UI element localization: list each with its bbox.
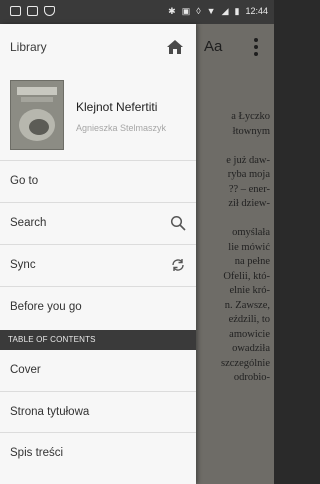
nfc-icon: ▣ — [181, 6, 191, 16]
page-text-line: ?? – ener- — [228, 183, 270, 195]
book-title: Klejnot Nefertiti — [76, 100, 158, 114]
wifi-icon: ▼ — [206, 6, 216, 16]
image-icon — [27, 6, 38, 16]
reader-text: a Łyczko łtownym e już daw-ryba moja ?? – e… — [196, 110, 274, 386]
reader-toolbar: Aa — [196, 24, 274, 72]
page-text-line: odrobio- — [233, 372, 270, 383]
toc-item-spis-tresci[interactable]: Spis treści — [0, 432, 196, 473]
menu-item-label: Go to — [10, 175, 39, 187]
home-icon[interactable] — [166, 38, 184, 56]
navigation-drawer: Library Klejnot Nefertiti Agnieszka Stel… — [0, 24, 196, 484]
font-settings-button[interactable]: Aa — [204, 38, 222, 55]
toc-item-label: Cover — [10, 364, 41, 376]
page-text-line: n. Zawsze, — [224, 299, 270, 311]
menu-item-label: Sync — [10, 259, 36, 271]
page-text-line: a Łyczko — [231, 111, 270, 122]
vibrate-icon: ◊ — [196, 6, 201, 16]
search-icon — [170, 215, 186, 231]
page-text-line: na pełne — [234, 256, 270, 267]
bluetooth-icon: ✱ — [168, 6, 176, 16]
page-text-line: e już daw- — [226, 154, 270, 166]
library-title[interactable]: Library — [10, 40, 47, 54]
page-text-line: lie mówić — [228, 241, 270, 253]
status-bar: ✱ ▣ ◊ ▼ ◢ ▮ 12:44 — [0, 0, 274, 24]
signal-icon: ◢ — [221, 6, 229, 16]
page-text-line — [196, 139, 270, 154]
page-text-line: ryba moja — [227, 169, 270, 180]
shield-icon — [44, 6, 55, 16]
menu-item-before-you-go[interactable]: Before you go — [0, 286, 196, 330]
page-text-line: amowicie — [229, 328, 270, 340]
page-text-line: omyślała — [232, 227, 270, 238]
page-text-line: owadziła — [232, 343, 270, 354]
toc-item-label: Strona tytułowa — [10, 406, 90, 418]
reader-page[interactable]: Aa a Łyczko łtownym e już daw-ryba moja ?? … — [196, 24, 274, 484]
page-text-line — [196, 212, 270, 227]
book-cover — [10, 80, 64, 150]
toc-header: TABLE OF CONTENTS — [0, 330, 196, 350]
message-icon — [10, 6, 21, 16]
page-text-line: szczególnie — [221, 357, 270, 369]
battery-icon: ▮ — [234, 6, 240, 16]
page-text-line: ził dziew- — [228, 198, 270, 209]
system-icons: ✱ ▣ ◊ ▼ ◢ ▮ 12:44 — [168, 6, 268, 16]
page-text-line: elnie kró- — [229, 285, 270, 296]
toc-item-cover[interactable]: Cover — [0, 350, 196, 391]
menu-item-search[interactable]: Search — [0, 202, 196, 243]
sync-icon — [172, 259, 184, 271]
menu-item-sync[interactable]: Sync — [0, 244, 196, 285]
menu-item-label: Search — [10, 217, 47, 229]
current-book[interactable]: Klejnot Nefertiti Agnieszka Stelmaszyk — [0, 72, 196, 160]
drawer-header: Library — [0, 24, 196, 72]
toc-item-label: Spis treści — [10, 447, 64, 459]
menu-item-go-to[interactable]: Go to — [0, 160, 196, 201]
page-text-line: eździli, to — [228, 314, 270, 325]
notification-icons — [10, 6, 55, 16]
more-options-icon[interactable] — [254, 38, 258, 56]
menu-item-label: Before you go — [10, 301, 82, 313]
page-text-line: Ofelii, któ- — [223, 270, 270, 282]
toc-header-label: TABLE OF CONTENTS — [8, 335, 96, 344]
book-author: Agnieszka Stelmaszyk — [76, 123, 167, 133]
page-text-line: łtownym — [232, 125, 270, 137]
clock: 12:44 — [245, 6, 268, 16]
toc-item-strona-tytulowa[interactable]: Strona tytułowa — [0, 391, 196, 432]
